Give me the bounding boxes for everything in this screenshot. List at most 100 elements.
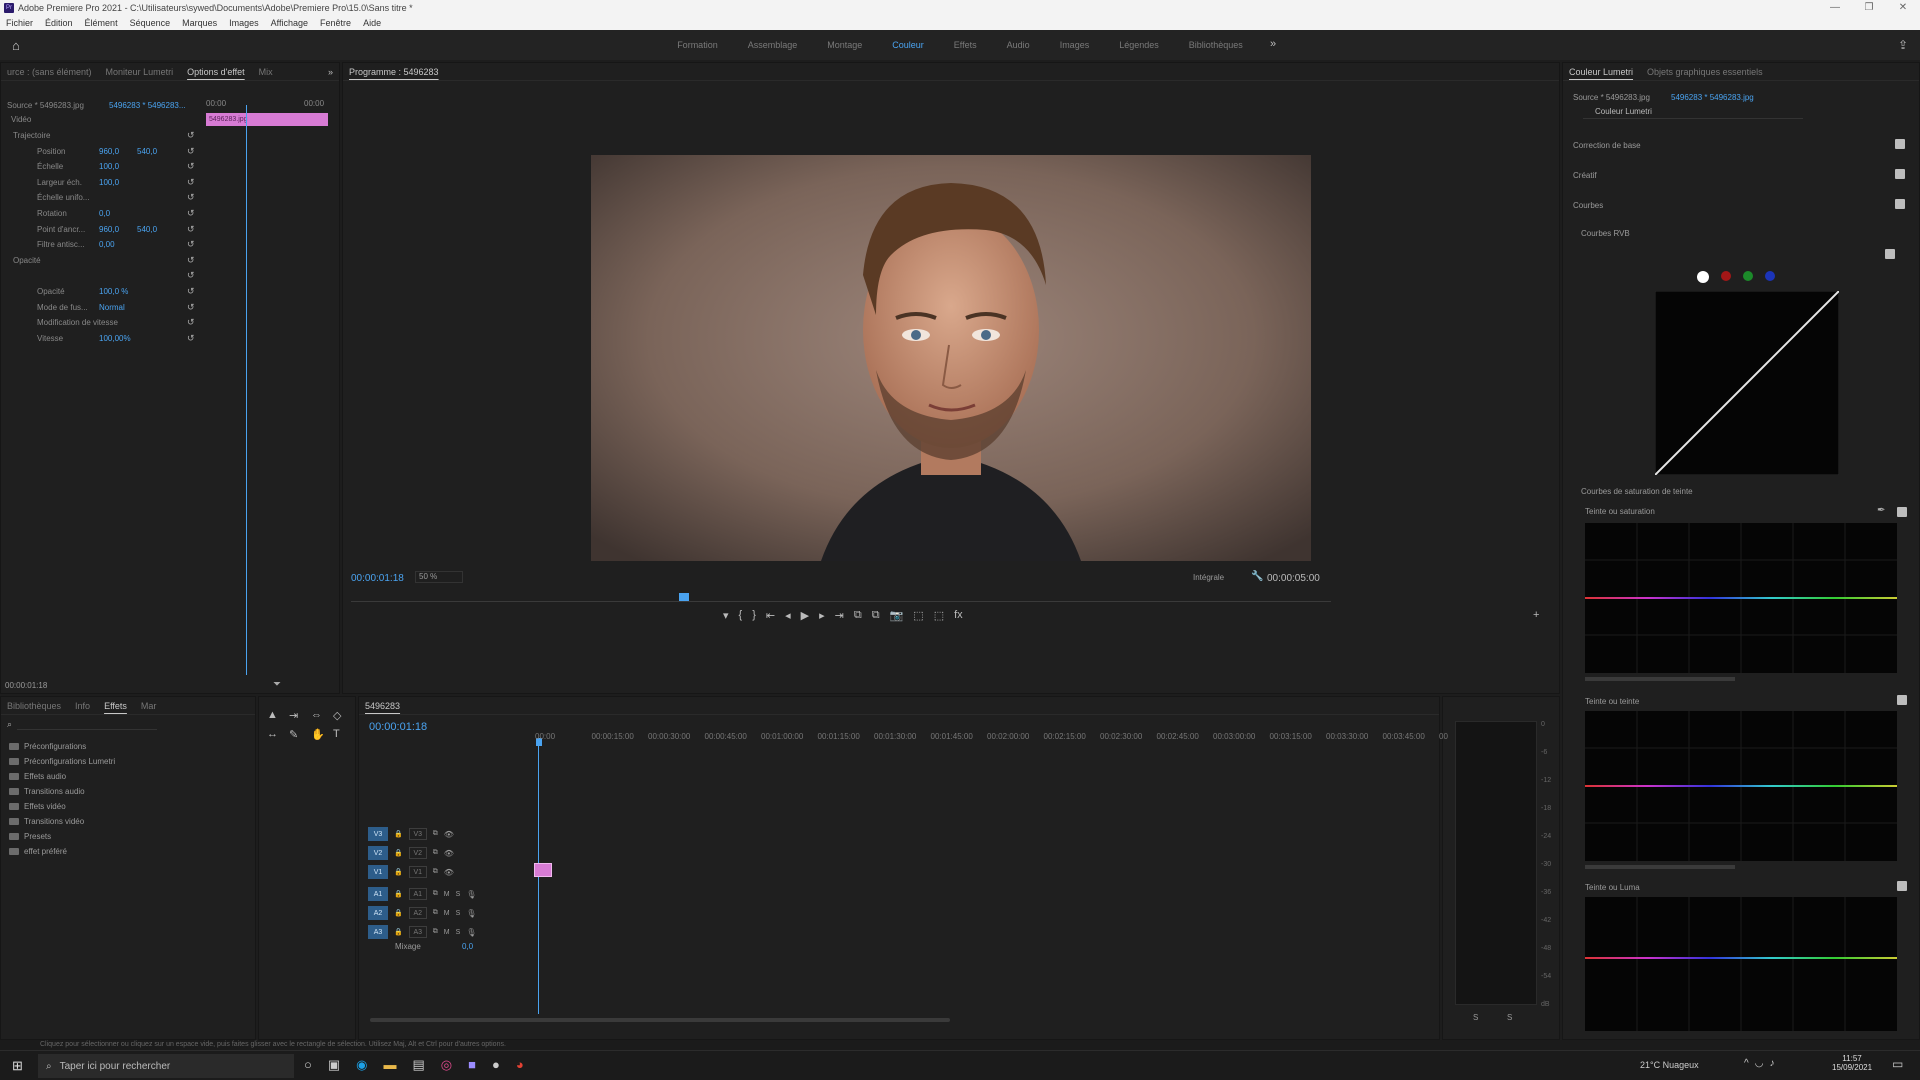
menu-view[interactable]: Affichage bbox=[271, 18, 308, 28]
selection-tool-icon[interactable]: ▲ bbox=[267, 709, 289, 722]
track-visibility-icon[interactable]: 👁 bbox=[444, 868, 454, 877]
effect-property-value[interactable]: 0,00 bbox=[99, 240, 137, 249]
ripple-edit-tool-icon[interactable]: ⇔ bbox=[311, 709, 333, 722]
go-to-in-button[interactable]: ⇤ bbox=[766, 609, 775, 622]
tab-libraries[interactable]: Bibliothèques bbox=[7, 701, 61, 711]
tab-effect-controls[interactable]: Options d'effet bbox=[187, 67, 245, 77]
curves-checkbox[interactable] bbox=[1895, 199, 1905, 209]
track-source-patch[interactable]: A3 bbox=[368, 925, 388, 939]
workspace-tab-bibliotheques[interactable]: Bibliothèques bbox=[1189, 40, 1243, 50]
effects-folder[interactable]: Transitions audio bbox=[9, 784, 115, 799]
solo-right-button[interactable]: S bbox=[1507, 1013, 1512, 1022]
tab-source[interactable]: urce : (sans élément) bbox=[7, 67, 92, 77]
play-button[interactable]: ▶ bbox=[801, 609, 809, 622]
track-lock-icon[interactable]: 🔒 bbox=[394, 909, 403, 917]
track-mute-button[interactable]: M bbox=[444, 891, 450, 898]
rgb-curves-heading[interactable]: Courbes RVB bbox=[1581, 229, 1630, 238]
tray-expand-icon[interactable]: ^ bbox=[1744, 1058, 1749, 1069]
hue-vs-luma-checkbox[interactable] bbox=[1897, 881, 1907, 891]
effect-property-row[interactable]: Position 960,0 540,0 ↺ bbox=[1, 145, 195, 158]
minimize-button[interactable]: — bbox=[1818, 0, 1852, 16]
notifications-icon[interactable]: ▭ bbox=[1892, 1057, 1903, 1071]
track-sync-lock-icon[interactable]: ⧉ bbox=[433, 830, 438, 838]
pen-tool-icon[interactable]: ✎ bbox=[289, 728, 311, 741]
maximize-button[interactable]: ❐ bbox=[1852, 0, 1886, 16]
red-channel-icon[interactable] bbox=[1721, 271, 1731, 281]
track-header-v2[interactable]: V2 🔒 V2 ⧉ 👁 bbox=[368, 845, 454, 861]
razor-tool-icon[interactable]: ◇ bbox=[333, 709, 355, 722]
lumetri-clip-selector[interactable]: 5496283 * 5496283.jpg bbox=[1671, 93, 1754, 102]
lumetri-effect-select[interactable]: Couleur Lumetri bbox=[1583, 107, 1803, 119]
track-lock-icon[interactable]: 🔒 bbox=[394, 830, 403, 838]
tab-lumetri-color[interactable]: Couleur Lumetri bbox=[1569, 67, 1633, 77]
step-back-button[interactable]: ◂ bbox=[785, 609, 791, 622]
windows-start-icon[interactable]: ⊞ bbox=[12, 1058, 23, 1074]
effects-search-input[interactable] bbox=[17, 719, 157, 730]
track-source-patch[interactable]: A1 bbox=[368, 887, 388, 901]
mark-out-button[interactable]: } bbox=[752, 609, 756, 622]
track-source-patch[interactable]: A2 bbox=[368, 906, 388, 920]
workspace-tab-montage[interactable]: Montage bbox=[827, 40, 862, 50]
effect-property-row[interactable]: Rotation 0,0 ↺ bbox=[1, 207, 195, 220]
menu-edit[interactable]: Édition bbox=[45, 18, 73, 28]
program-scrubber[interactable] bbox=[351, 601, 1331, 602]
reset-icon[interactable]: ↺ bbox=[187, 270, 195, 281]
effect-property-row[interactable]: Échelle 100,0 ↺ bbox=[1, 160, 195, 173]
reset-icon[interactable]: ↺ bbox=[187, 192, 195, 203]
timeline-playhead[interactable] bbox=[538, 744, 539, 1014]
effect-property-value[interactable]: 100,0 % bbox=[99, 287, 137, 296]
effect-property-row[interactable]: ↺ bbox=[1, 269, 195, 282]
program-timecode[interactable]: 00:00:01:18 bbox=[351, 573, 404, 584]
effects-folder[interactable]: Transitions vidéo bbox=[9, 814, 115, 829]
menu-file[interactable]: Fichier bbox=[6, 18, 33, 28]
timeline-ruler[interactable] bbox=[0, 0, 1, 1]
creative-checkbox[interactable] bbox=[1895, 169, 1905, 179]
track-select-tool-icon[interactable]: ⇥ bbox=[289, 709, 311, 722]
effects-folder[interactable]: Préconfigurations bbox=[9, 739, 115, 754]
rgb-curve-graph[interactable] bbox=[1655, 291, 1839, 475]
effect-property-row[interactable]: Opacité ↺ bbox=[1, 254, 195, 267]
hue-vs-luma-graph[interactable] bbox=[1585, 897, 1897, 1031]
filter-icon[interactable]: ⏷ bbox=[273, 679, 281, 690]
track-lock-icon[interactable]: 🔒 bbox=[394, 849, 403, 857]
track-source-patch[interactable]: V1 bbox=[368, 865, 388, 879]
effects-folder[interactable]: Préconfigurations Lumetri bbox=[9, 754, 115, 769]
hue-vs-sat-scroll[interactable] bbox=[1585, 677, 1735, 681]
timeline-clip[interactable] bbox=[534, 863, 552, 877]
hue-vs-sat-checkbox[interactable] bbox=[1897, 507, 1907, 517]
insert-button[interactable]: ⬚ bbox=[913, 609, 923, 622]
section-basic-correction[interactable]: Correction de base bbox=[1573, 141, 1641, 150]
app-icon[interactable]: ◎ bbox=[441, 1057, 452, 1073]
track-header-a3[interactable]: A3 🔒 A3 ⧉ M S 🎙 bbox=[368, 924, 476, 940]
blue-channel-icon[interactable] bbox=[1765, 271, 1775, 281]
task-view-icon[interactable]: ▣ bbox=[328, 1057, 340, 1073]
hue-vs-hue-graph[interactable] bbox=[1585, 711, 1897, 861]
tab-effects[interactable]: Effets bbox=[104, 701, 127, 711]
quality-select[interactable]: Intégrale bbox=[1193, 573, 1224, 582]
taskbar-search-box[interactable]: ⌕ Taper ici pour rechercher bbox=[38, 1054, 294, 1078]
tab-info[interactable]: Info bbox=[75, 701, 90, 711]
workspace-tab-formation[interactable]: Formation bbox=[677, 40, 718, 50]
track-solo-button[interactable]: S bbox=[456, 891, 461, 898]
reset-icon[interactable]: ↺ bbox=[187, 286, 195, 297]
tab-mix[interactable]: Mix bbox=[259, 67, 273, 77]
track-visibility-icon[interactable]: 👁 bbox=[444, 849, 454, 858]
menu-markers[interactable]: Marques bbox=[182, 18, 217, 28]
track-target[interactable]: V3 bbox=[408, 828, 427, 840]
effect-property-row[interactable]: Mode de fus... Normal ↺ bbox=[1, 301, 195, 314]
track-voiceover-icon[interactable]: 🎙 bbox=[466, 890, 476, 899]
lift-button[interactable]: ⧉ bbox=[854, 609, 862, 622]
effect-property-value[interactable]: 100,0 bbox=[99, 162, 137, 171]
volume-icon[interactable]: ♪ bbox=[1769, 1058, 1774, 1069]
effect-property-row[interactable]: Opacité 100,0 % ↺ bbox=[1, 285, 195, 298]
export-frame-button[interactable]: 📷 bbox=[890, 609, 904, 622]
workspace-tab-images[interactable]: Images bbox=[1060, 40, 1090, 50]
menu-graphics[interactable]: Images bbox=[229, 18, 259, 28]
track-header-v3[interactable]: V3 🔒 V3 ⧉ 👁 bbox=[368, 826, 454, 842]
chrome-icon[interactable]: ◕ bbox=[516, 1057, 524, 1073]
tab-essential-graphics[interactable]: Objets graphiques essentiels bbox=[1647, 67, 1763, 77]
search-icon[interactable]: ⌕ bbox=[7, 719, 12, 730]
effects-folder[interactable]: Effets audio bbox=[9, 769, 115, 784]
track-mute-button[interactable]: M bbox=[444, 929, 450, 936]
extract-button[interactable]: ⧉ bbox=[872, 609, 880, 622]
